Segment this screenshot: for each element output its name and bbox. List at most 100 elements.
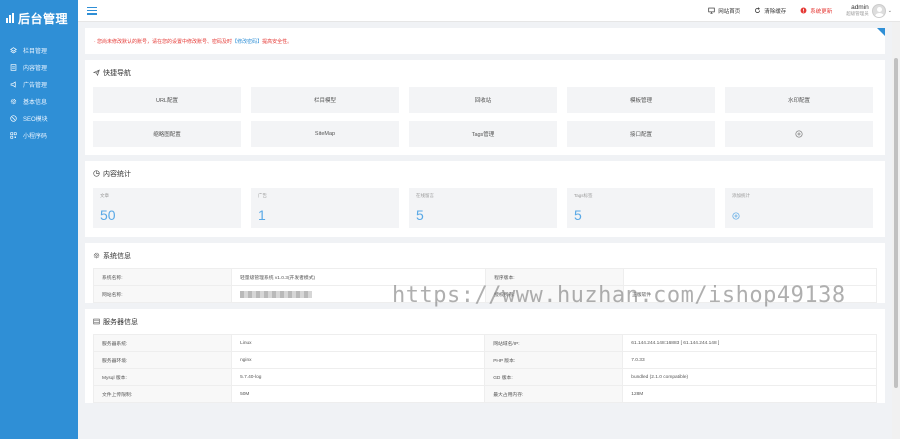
quick-column-model[interactable]: 栏目模型 [251, 87, 399, 113]
table-key: 网站域名/IP: [484, 334, 624, 352]
table-key: PHP 版本: [484, 351, 624, 369]
site-home-link[interactable]: 网站首页 [708, 7, 740, 15]
server-info-card: 服务器信息 服务器系统: Linux 网站域名/IP: 61.144.244.1… [85, 309, 885, 403]
layers-icon [9, 47, 17, 55]
table-value [623, 268, 877, 286]
quick-tags-manage[interactable]: Tags管理 [409, 121, 557, 147]
table-row: 服务器系统: Linux 网站域名/IP: 61.144.244.148:168… [92, 334, 877, 352]
table-value: 61.144.244.148:16883 [ 61.144.244.148 ] [622, 334, 877, 352]
stat-messages[interactable]: 在线留言 5 [409, 188, 557, 228]
system-info-card: 系统信息 系统名称: 轻量级管理系统 v1.0.3(开发者模式) 程序版本: 网… [85, 243, 885, 303]
server-icon [93, 318, 100, 325]
stat-value [732, 207, 866, 223]
quick-nav-card: 快捷导航 URL配置 栏目模型 回收站 模板管理 水印配置 缩略图配置 Site… [85, 60, 885, 155]
stat-label: 添加统计 [732, 193, 750, 198]
sidebar-item-label: 小程序码 [23, 134, 48, 140]
notice-text: · 您尚未修改默认的账号，请在您的设置中修改账号、密码及时 [94, 38, 233, 45]
stat-label: 在线留言 [416, 193, 434, 198]
stat-value: 1 [258, 207, 266, 223]
server-info-title-text: 服务器信息 [103, 318, 138, 326]
sidebar-item-label: 广告管理 [23, 83, 48, 89]
refresh-icon [755, 7, 761, 13]
clear-cache-button[interactable]: 清除缓存 [754, 7, 786, 15]
system-info-table: 系统名称: 轻量级管理系统 v1.0.3(开发者模式) 程序版本: 网站名称: … [93, 268, 877, 303]
sidebar-item-content[interactable]: 内容管理 [0, 59, 78, 76]
table-key: GD 版本: [484, 368, 624, 386]
sidebar-item-miniprogram[interactable]: 小程序码 [0, 127, 78, 144]
sidebar-item-label: 内容管理 [23, 66, 48, 72]
table-key: 授权所有: [485, 285, 625, 303]
sidebar-item-label: SEO模块 [23, 117, 48, 123]
sidebar-item-basic-info[interactable]: 基本信息 [0, 93, 78, 110]
sidebar-nav: 栏目管理 内容管理 广告管理 基本信息 SEO模块 小程序码 [0, 42, 78, 144]
quick-template-manage[interactable]: 模板管理 [567, 87, 715, 113]
stat-add[interactable]: 添加统计 [725, 188, 873, 228]
table-row: Mysql 版本: 5.7.40-log GD 版本: bundled (2.1… [92, 368, 877, 386]
table-value: 5.7.40-log [231, 368, 486, 386]
main-content: · 您尚未修改默认的账号，请在您的设置中修改账号、密码及时 【修改密码】 提高安… [78, 22, 892, 439]
table-key: 服务器系统: [92, 334, 233, 352]
table-value: 7.0.33 [622, 351, 877, 369]
page-scrollbar[interactable] [892, 22, 900, 439]
table-key: 网站名称: [93, 285, 232, 303]
stat-tags[interactable]: Tags标签 5 [567, 188, 715, 228]
stat-ads[interactable]: 广告 1 [251, 188, 399, 228]
table-row: 系统名称: 轻量级管理系统 v1.0.3(开发者模式) 程序版本: [93, 268, 877, 286]
server-info-title: 服务器信息 [93, 309, 877, 334]
server-info-table: 服务器系统: Linux 网站域名/IP: 61.144.244.148:168… [92, 334, 877, 403]
stat-label: 文章 [100, 193, 109, 198]
content-stats-title-text: 内容统计 [103, 170, 131, 178]
table-value: 轻量级管理系统 v1.0.3(开发者模式) [230, 268, 487, 286]
system-info-title: 系统信息 [93, 243, 877, 268]
chevron-down-icon[interactable]: ⌄ [888, 8, 892, 14]
quick-recycle-bin[interactable]: 回收站 [409, 87, 557, 113]
plus-circle-icon [795, 130, 803, 138]
sidebar-item-seo[interactable]: SEO模块 [0, 110, 78, 127]
file-icon [9, 64, 17, 72]
table-value: 50M [231, 385, 486, 403]
quick-watermark-config[interactable]: 水印配置 [725, 87, 873, 113]
admin-menu[interactable]: admin 超级管理员 ⌄ [846, 3, 892, 18]
sidebar-item-ads[interactable]: 广告管理 [0, 76, 78, 93]
quick-thumbnail-config[interactable]: 缩略图配置 [93, 121, 241, 147]
logo-bars-icon [6, 13, 15, 23]
header-actions: 网站首页 清除缓存 系统更新 admin 超级管理员 ⌄ [708, 0, 900, 22]
table-value: bundled (2.1.0 compatible) [622, 368, 877, 386]
table-value: nginx [231, 351, 486, 369]
quick-add-button[interactable] [725, 121, 873, 147]
system-info-title-text: 系统信息 [103, 252, 131, 260]
stat-value: 5 [416, 207, 424, 223]
table-value: 128M [622, 385, 877, 403]
table-key: Mysql 版本: [92, 368, 233, 386]
table-key: 系统名称: [93, 268, 232, 286]
system-update-link[interactable]: 系统更新 [800, 7, 832, 15]
site-home-label: 网站首页 [718, 8, 741, 15]
menu-toggle-icon[interactable] [87, 6, 97, 15]
target-icon [9, 115, 17, 123]
paper-plane-icon [93, 69, 100, 76]
corner-flag-icon [877, 28, 885, 36]
table-key: 服务器环境: [92, 351, 233, 369]
table-key: 文件上传限制: [92, 385, 233, 403]
table-key: 最大占用内存: [484, 385, 624, 403]
stat-articles[interactable]: 文章 50 [93, 188, 241, 228]
table-key: 程序版本: [485, 268, 625, 286]
clear-cache-label: 清除缓存 [764, 8, 787, 15]
stat-label: Tags标签 [574, 193, 593, 198]
sidebar-item-columns[interactable]: 栏目管理 [0, 42, 78, 59]
stat-label: 广告 [258, 193, 267, 198]
app-logo[interactable]: 后台管理 [0, 0, 78, 36]
quick-url-config[interactable]: URL配置 [93, 87, 241, 113]
table-value: 正版软件 [623, 285, 877, 303]
content-stats-title: 内容统计 [93, 161, 877, 186]
change-password-link[interactable]: 【修改密码】 [232, 38, 262, 45]
notice-suffix: 提高安全性。 [262, 38, 293, 45]
security-notice: · 您尚未修改默认的账号，请在您的设置中修改账号、密码及时 【修改密码】 提高安… [85, 28, 885, 54]
monitor-icon [708, 7, 715, 14]
quick-nav-title: 快捷导航 [93, 60, 877, 85]
quick-sitemap[interactable]: SiteMap [251, 121, 399, 147]
avatar[interactable] [871, 3, 886, 18]
scrollbar-thumb[interactable] [894, 58, 898, 388]
qrcode-icon [9, 132, 17, 140]
quick-api-config[interactable]: 接口配置 [567, 121, 715, 147]
